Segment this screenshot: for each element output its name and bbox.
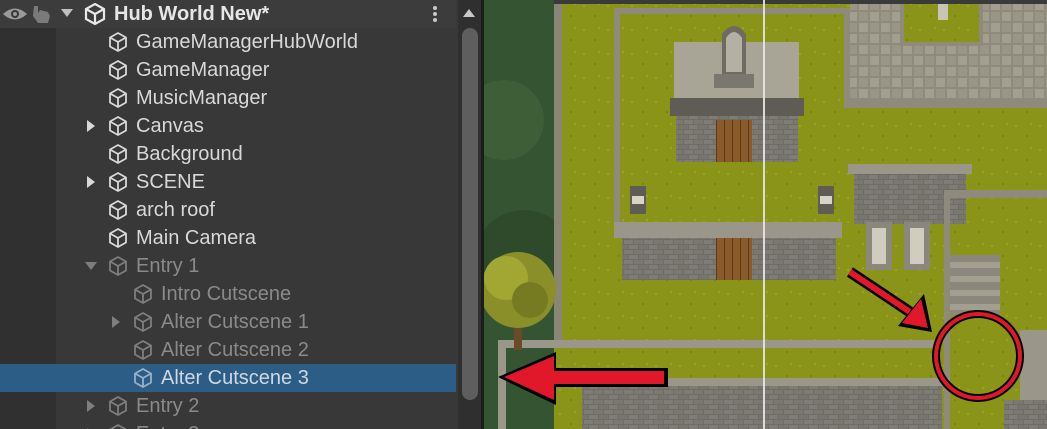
scrollbar-thumb[interactable] [462, 28, 478, 400]
hierarchy-item-entry-3[interactable]: Entry 3 [0, 420, 456, 429]
chevron-right-icon[interactable] [84, 119, 98, 138]
hand-icon[interactable] [30, 4, 52, 29]
gameobject-cube-icon [132, 283, 154, 310]
scroll-up-arrow-icon[interactable] [462, 6, 476, 24]
hierarchy-item-entry-1[interactable]: Entry 1 [0, 252, 456, 280]
hierarchy-item-label: Canvas [136, 115, 204, 137]
gameobject-cube-icon [132, 311, 154, 338]
hierarchy-item-label: Entry 1 [136, 255, 200, 277]
hierarchy-item-label: SCENE [136, 171, 205, 193]
kebab-menu-icon[interactable] [427, 4, 443, 24]
hierarchy-item-label: GameManagerHubWorld [136, 31, 358, 53]
gameobject-cube-icon [132, 367, 154, 394]
scene-canvas[interactable] [484, 0, 1047, 429]
gameobject-cube-icon [107, 143, 129, 170]
hierarchy-item-entry-2[interactable]: Entry 2 [0, 392, 456, 420]
hierarchy-item-background[interactable]: Background [0, 140, 456, 168]
gameobject-cube-icon [107, 87, 129, 114]
hierarchy-item-intro-cutscene[interactable]: Intro Cutscene [0, 280, 456, 308]
scene-view[interactable] [484, 0, 1047, 429]
scene-title: Hub World New* [114, 3, 270, 25]
hierarchy-item-label: arch roof [136, 199, 215, 221]
gameobject-cube-icon [107, 423, 129, 429]
chevron-right-icon[interactable] [109, 315, 123, 334]
wall-door [716, 238, 752, 280]
hierarchy-item-main-camera[interactable]: Main Camera [0, 224, 456, 252]
gameobject-cube-icon [107, 59, 129, 86]
hierarchy-item-gamemanager[interactable]: GameManager [0, 56, 456, 84]
gameobject-cube-icon [107, 115, 129, 142]
hierarchy-item-alter-cutscene-1[interactable]: Alter Cutscene 1 [0, 308, 456, 336]
hierarchy-panel: Hub World New* GameManagerHubWorld GameMa… [0, 0, 483, 429]
hierarchy-item-label: Alter Cutscene 3 [161, 367, 309, 389]
chevron-right-icon[interactable] [84, 399, 98, 418]
gameobject-cube-icon [107, 199, 129, 226]
lower-wall [582, 384, 942, 429]
hierarchy-item-label: Entry 3 [136, 423, 199, 429]
eye-icon[interactable] [2, 6, 28, 27]
hierarchy-item-scene[interactable]: SCENE [0, 168, 456, 196]
hierarchy-item-label: Intro Cutscene [161, 283, 292, 305]
hierarchy-item-arch-roof[interactable]: arch roof [0, 196, 456, 224]
hierarchy-item-label: Entry 2 [136, 395, 200, 417]
gameobject-cube-icon [107, 171, 129, 198]
gameobject-cube-icon [107, 227, 129, 254]
gameobject-cube-icon [107, 255, 129, 282]
unity-logo-icon [84, 2, 106, 30]
gameobject-cube-icon [107, 395, 129, 422]
chevron-right-icon[interactable] [84, 175, 98, 194]
hierarchy-item-gamemanagerhubworld[interactable]: GameManagerHubWorld [0, 28, 456, 56]
hierarchy-item-label: Background [136, 143, 243, 165]
hierarchy-item-label: Main Camera [136, 227, 257, 249]
hierarchy-item-alter-cutscene-3[interactable]: Alter Cutscene 3 [0, 364, 456, 392]
scene-header-row[interactable]: Hub World New* [0, 0, 456, 28]
hierarchy-item-alter-cutscene-2[interactable]: Alter Cutscene 2 [0, 336, 456, 364]
hierarchy-item-musicmanager[interactable]: MusicManager [0, 84, 456, 112]
hierarchy-item-label: Alter Cutscene 2 [161, 339, 309, 361]
chevron-down-icon[interactable] [60, 6, 74, 25]
gameobject-cube-icon [107, 31, 129, 58]
shrine-door [716, 120, 752, 162]
hierarchy-item-label: GameManager [136, 59, 270, 81]
hierarchy-item-label: MusicManager [136, 87, 268, 109]
hierarchy-item-canvas[interactable]: Canvas [0, 112, 456, 140]
hierarchy-item-label: Alter Cutscene 1 [161, 311, 309, 333]
chevron-down-icon[interactable] [84, 259, 98, 278]
gameobject-cube-icon [132, 339, 154, 366]
